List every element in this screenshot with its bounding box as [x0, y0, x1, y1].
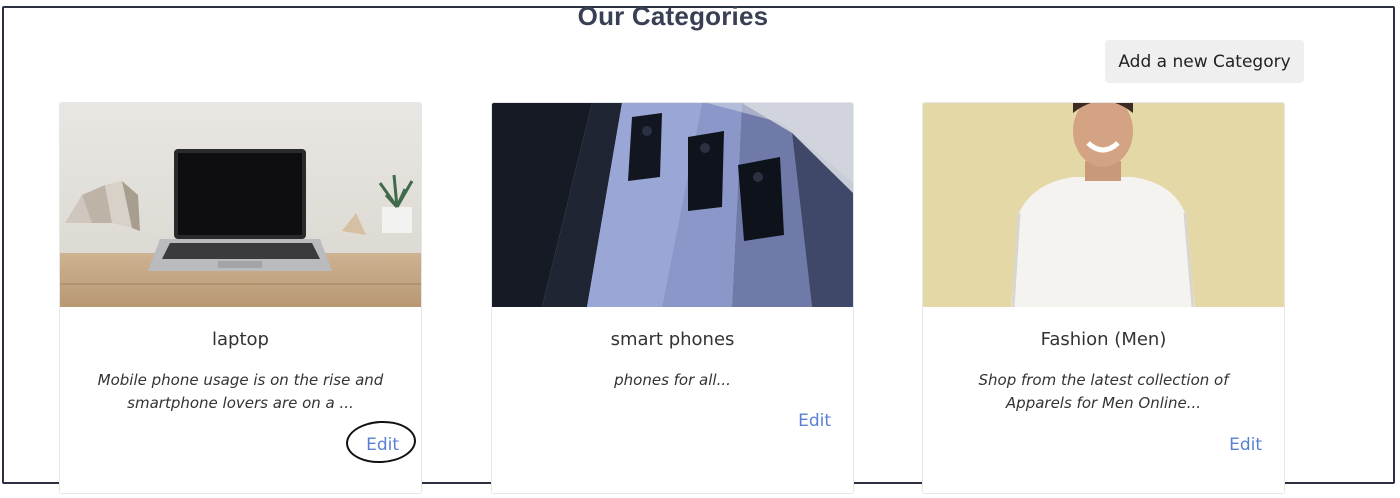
add-category-button[interactable]: Add a new Category — [1105, 40, 1304, 83]
page-title: Our Categories — [577, 1, 769, 31]
edit-link-fashion-men[interactable]: Edit — [1229, 435, 1262, 455]
edit-link-smart-phones[interactable]: Edit — [798, 411, 831, 431]
category-title: Fashion (Men) — [1040, 329, 1167, 350]
smartphones-image — [492, 103, 853, 307]
category-card-fashion-men: Fashion (Men) Shop from the latest colle… — [922, 102, 1285, 494]
category-description: Mobile phone usage is on the rise and sm… — [97, 371, 384, 412]
category-card-smart-phones: smart phones phones for all... Edit — [491, 102, 854, 494]
laptop-image — [60, 103, 421, 307]
category-description: Shop from the latest collection of Appar… — [978, 371, 1229, 412]
category-description: phones for all... — [614, 371, 731, 389]
fashion-men-image — [923, 103, 1284, 307]
category-title: laptop — [212, 329, 269, 350]
screenshot-frame: Our Categories Add a new Category laptop… — [0, 0, 1400, 498]
category-title: smart phones — [610, 329, 735, 350]
